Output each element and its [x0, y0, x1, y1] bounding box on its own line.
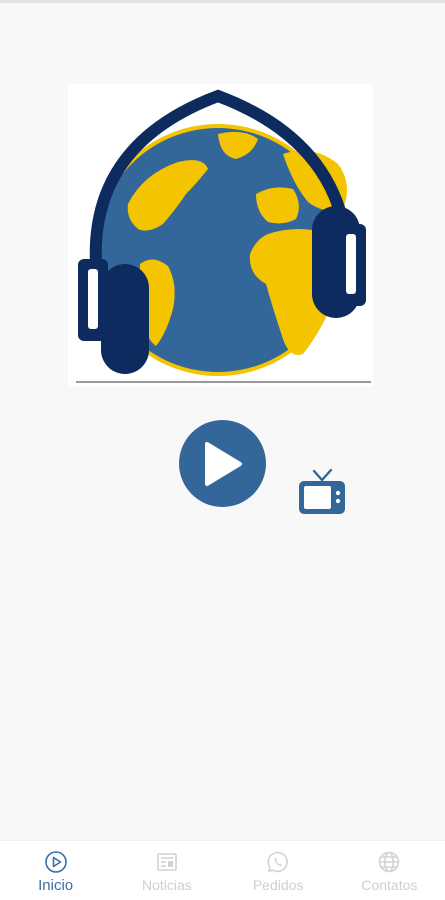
nav-label-contatos: Contatos — [361, 877, 418, 893]
whatsapp-icon — [267, 851, 289, 873]
nav-item-pedidos[interactable]: Pedidos — [223, 841, 334, 900]
nav-item-inicio[interactable]: Inicio — [0, 841, 111, 900]
nav-item-noticias[interactable]: Noticias — [111, 841, 222, 900]
nav-label-pedidos: Pedidos — [252, 877, 304, 893]
nav-label-inicio: Inicio — [38, 877, 74, 894]
play-button[interactable] — [179, 420, 266, 507]
play-circle-icon — [44, 851, 67, 873]
tv-icon — [299, 468, 345, 514]
status-divider — [0, 0, 445, 3]
nav-item-contatos[interactable]: Contatos — [334, 841, 445, 900]
play-icon — [204, 441, 242, 486]
station-logo — [68, 84, 373, 386]
tv-button[interactable] — [297, 468, 347, 516]
bottom-navigation: Inicio Noticias Pedidos Contatos — [0, 840, 445, 900]
globe-icon — [379, 851, 400, 873]
globe-headphones-logo — [76, 89, 371, 383]
nav-label-noticias: Noticias — [141, 877, 192, 893]
newspaper-icon — [157, 853, 177, 871]
